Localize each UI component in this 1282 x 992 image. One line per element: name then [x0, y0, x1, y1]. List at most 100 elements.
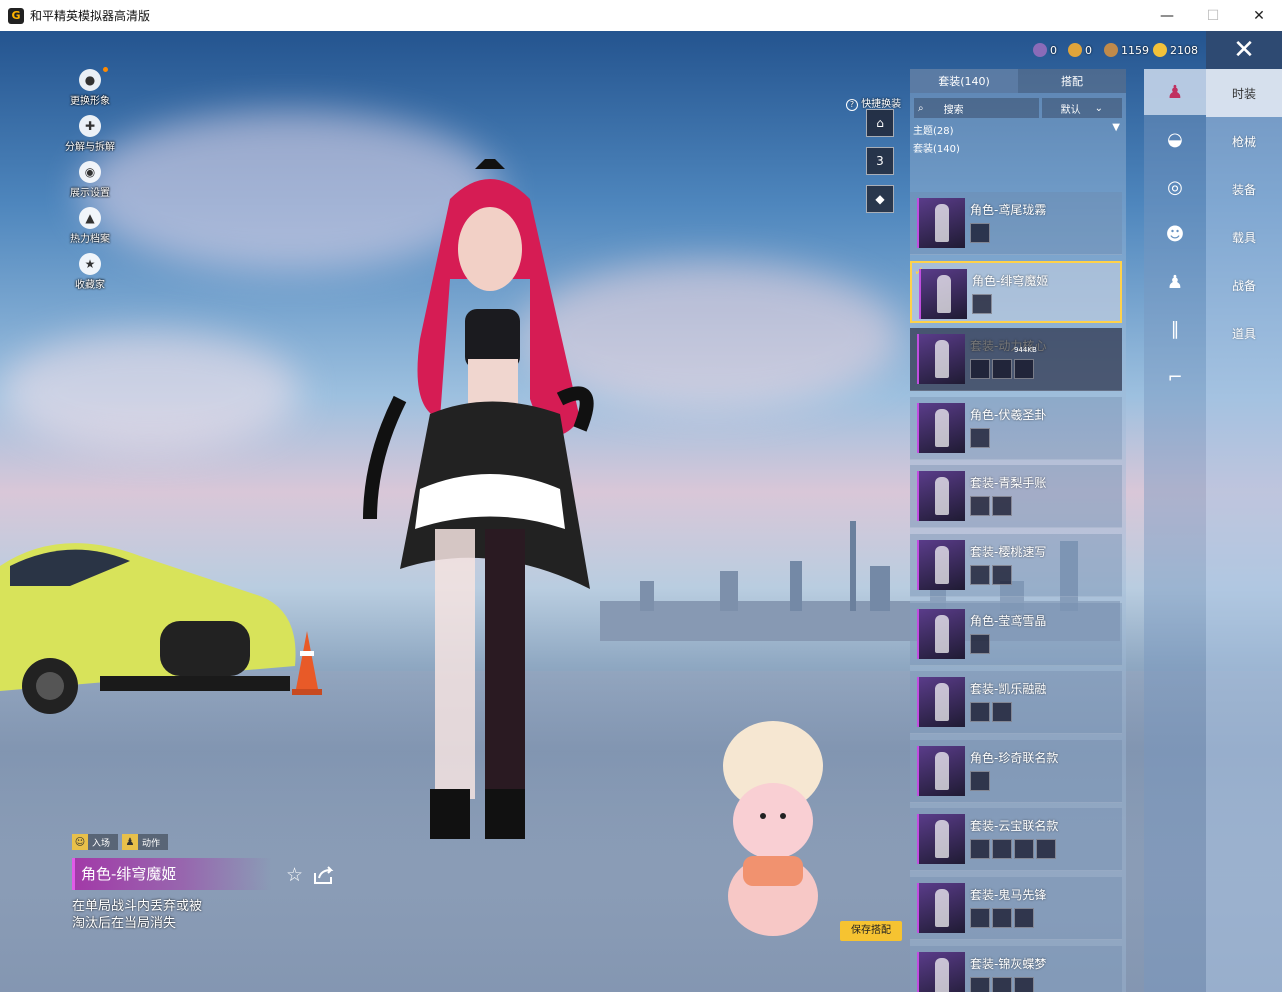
sub-item-thumb: [992, 564, 1012, 585]
disassemble-button[interactable]: ✚ 分解与拆解: [60, 115, 120, 153]
sub-item-thumb: [970, 907, 990, 928]
category-shoes[interactable]: ⌐: [1144, 354, 1206, 400]
sub-item-thumb: [970, 702, 990, 723]
outfit-name: 套装-云宝联名款: [970, 819, 1059, 834]
currency-3: 1159: [1104, 43, 1149, 57]
sub-items: [970, 839, 1056, 860]
menu-label: 分解与拆解: [65, 142, 115, 153]
main-tab[interactable]: 装备: [1206, 165, 1282, 213]
category-outfit[interactable]: ♟: [1144, 69, 1206, 115]
outfit-card[interactable]: 套装-动力核心 944KB: [910, 328, 1122, 392]
sub-item-thumb: [992, 359, 1012, 380]
sort-dropdown[interactable]: 默认 ⌄: [1041, 98, 1122, 118]
outfit-name: 角色-莹鸢雪晶: [970, 613, 1047, 628]
outfit-card[interactable]: ✓角色-绯穹魔姬: [910, 260, 1122, 323]
sub-item-thumb: [992, 702, 1012, 723]
action-animation-tab[interactable]: ♟ 动作: [122, 834, 169, 850]
figure-silhouette: [935, 204, 949, 242]
main-tab[interactable]: 战备: [1206, 261, 1282, 309]
currency-value: 0: [1050, 43, 1057, 57]
game-viewport: ● 更换形象 ✚ 分解与拆解 ◉ 展示设置 ▲ 热力档案 ★ 收藏家 ? 快捷换…: [0, 31, 1282, 992]
favorite-star-icon[interactable]: ☆: [286, 865, 306, 885]
share-icon[interactable]: [313, 865, 335, 885]
figure-silhouette: [935, 957, 949, 992]
figure-silhouette: [935, 820, 949, 859]
flame-icon: ▲: [79, 207, 101, 229]
sub-item-thumb: [1014, 976, 1034, 992]
main-tab[interactable]: 载具: [1206, 213, 1282, 261]
selected-item-name: 角色-绯穹魔姬: [72, 858, 272, 890]
download-size: 944KB: [1014, 346, 1037, 355]
left-menu: ● 更换形象 ✚ 分解与拆解 ◉ 展示设置 ▲ 热力档案 ★ 收藏家: [60, 67, 120, 299]
help-icon[interactable]: ?: [846, 99, 858, 111]
outfit-thumbnail: [917, 334, 965, 385]
outfit-slot-icon: ⌂: [876, 116, 884, 130]
sub-item-thumb: [970, 633, 990, 654]
menu-label: 热力档案: [70, 234, 110, 245]
selected-item-description: 在单局战斗内丢弃或被 淘汰后在当局消失: [72, 898, 252, 932]
figure-silhouette: [937, 274, 951, 313]
main-tab[interactable]: 时装: [1206, 69, 1282, 117]
outfit-card[interactable]: 角色-莹鸢雪晶: [910, 602, 1122, 666]
category-goggles[interactable]: ◎: [1144, 164, 1206, 210]
outfit-card[interactable]: 角色-珍奇联名款: [910, 739, 1122, 803]
theme-filter[interactable]: 主题(28) ▼: [910, 122, 1126, 137]
outfit-card[interactable]: 角色-鸢尾珑霧: [910, 192, 1122, 255]
sub-item-thumb: [1014, 907, 1034, 928]
tab-label: 动作: [142, 838, 161, 849]
figure-silhouette: [935, 614, 949, 653]
sub-items: [970, 976, 1034, 992]
main-tab[interactable]: 枪械: [1206, 117, 1282, 165]
sub-item-thumb: [1014, 359, 1034, 380]
outfit-card[interactable]: 角色-伏羲圣卦: [910, 396, 1122, 460]
medal-currency-icon: [1068, 43, 1082, 57]
maximize-button[interactable]: ☐: [1190, 0, 1236, 31]
search-input[interactable]: ⌕ 搜索: [914, 98, 1039, 118]
main-tab[interactable]: 道具: [1206, 309, 1282, 357]
player-character: [363, 159, 594, 839]
currency-4: 2108: [1153, 43, 1198, 57]
sub-item-thumb: [970, 427, 990, 448]
smile-icon: ☺: [72, 834, 88, 850]
quick-swap-slot-1[interactable]: ⌂: [866, 109, 894, 137]
sub-items: [972, 293, 992, 314]
minimize-button[interactable]: —: [1144, 0, 1190, 31]
category-mask[interactable]: ☻: [1144, 212, 1206, 258]
crest-icon: [1033, 43, 1047, 57]
category-pants[interactable]: ∥: [1144, 307, 1206, 353]
tab-combos[interactable]: 搭配: [1018, 69, 1126, 93]
save-outfit-button[interactable]: 保存搭配: [840, 921, 902, 941]
outfit-card[interactable]: 套装-锦灰蝶梦: [910, 945, 1122, 992]
outfit-card-list: 角色-鸢尾珑霧 ✓角色-绯穹魔姬套装-动力核心944KB 角色-伏羲圣卦套装-青梨手…: [910, 192, 1126, 992]
outfit-card[interactable]: 套装-鬼马先锋: [910, 876, 1122, 940]
outfit-name: 套装-锦灰蝶梦: [970, 956, 1047, 971]
sub-item-thumb: [970, 564, 990, 585]
outfit-slot-number: 3: [876, 154, 884, 168]
entrance-animation-tab[interactable]: ☺ 入场: [72, 834, 119, 850]
tab-suits[interactable]: 套装(140): [910, 69, 1018, 93]
quick-swap-slot-2[interactable]: 3: [866, 147, 894, 175]
person-icon: ♟: [122, 834, 139, 850]
outfit-card[interactable]: 套装-凯乐融融: [910, 671, 1122, 735]
category-top[interactable]: ♟: [1144, 259, 1206, 305]
outfit-card[interactable]: 套装-云宝联名款: [910, 808, 1122, 872]
display-settings-button[interactable]: ◉ 展示设置: [60, 161, 120, 199]
sub-items: [970, 564, 1012, 585]
eye-icon: ◉: [79, 161, 101, 183]
close-window-button[interactable]: ✕: [1236, 0, 1282, 31]
heat-archive-button[interactable]: ▲ 热力档案: [60, 207, 120, 245]
outfit-card[interactable]: 套装-樱桃速写: [910, 533, 1122, 597]
quick-swap-slot-3[interactable]: ◆: [866, 185, 894, 213]
window-titlebar: G 和平精英模拟器高清版 — ☐ ✕: [0, 0, 1282, 32]
pet-companion: [723, 721, 823, 936]
coin-icon: [1153, 43, 1167, 57]
window-title: 和平精英模拟器高清版: [30, 9, 151, 23]
outfit-thumbnail: [917, 745, 965, 796]
collector-button[interactable]: ★ 收藏家: [60, 253, 120, 291]
category-hat[interactable]: ◒: [1144, 117, 1206, 163]
outfit-card[interactable]: 套装-青梨手账: [910, 465, 1122, 529]
sub-item-thumb: [1014, 839, 1034, 860]
close-icon[interactable]: ✕: [1206, 31, 1282, 69]
outfit-thumbnail: [917, 539, 965, 590]
change-appearance-button[interactable]: ● 更换形象: [60, 67, 120, 107]
